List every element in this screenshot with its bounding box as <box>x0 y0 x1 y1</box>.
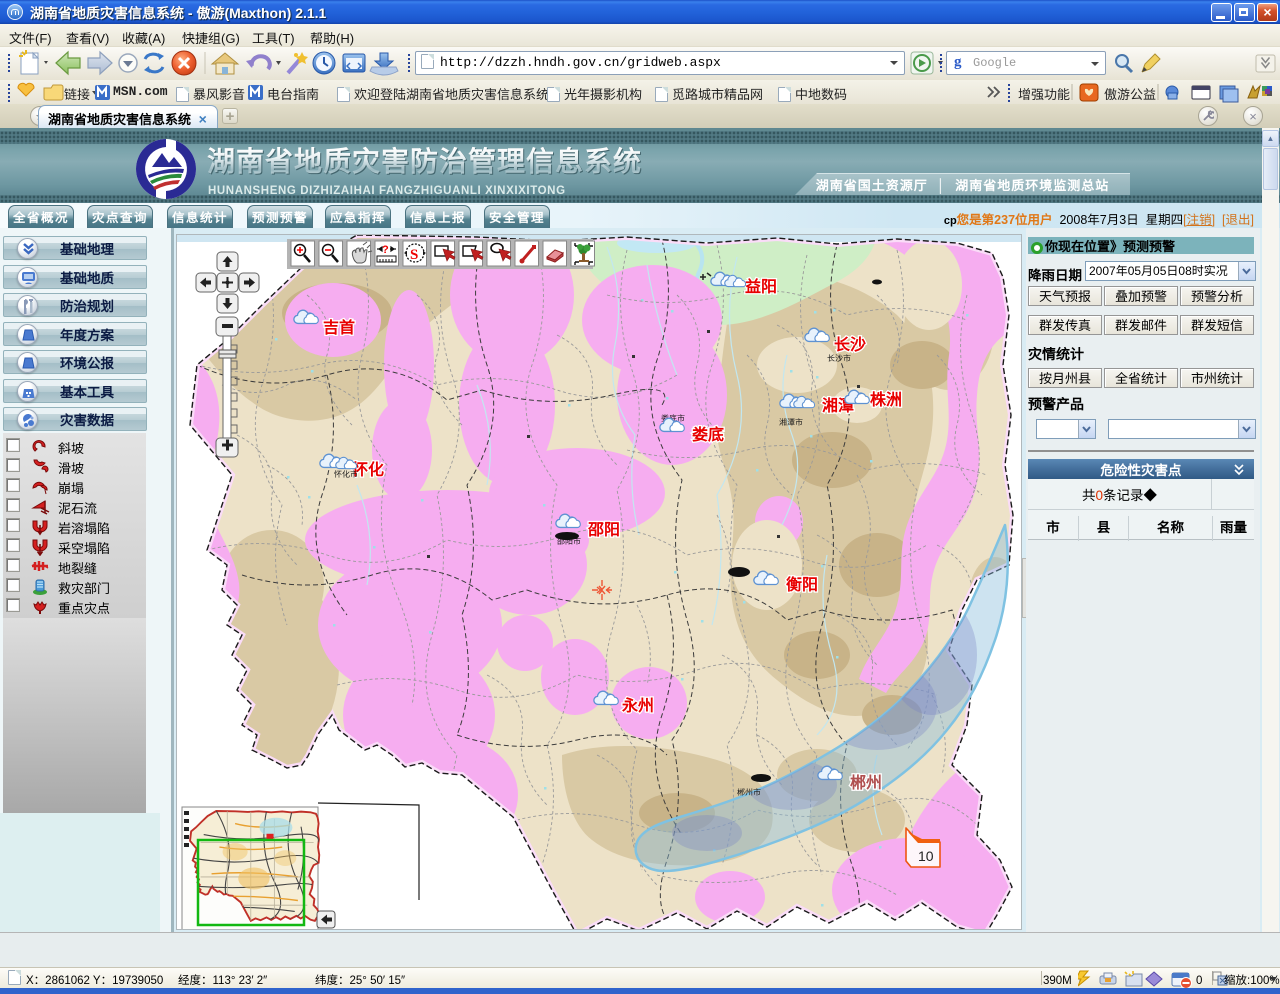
svg-text:吉首: 吉首 <box>323 314 355 338</box>
svg-text:郴州: 郴州 <box>850 769 882 793</box>
svg-text:衡阳: 衡阳 <box>786 571 818 595</box>
svg-text:?: ? <box>382 244 389 256</box>
svg-text:邵阳: 邵阳 <box>587 516 620 540</box>
svg-text:益阳: 益阳 <box>745 273 777 297</box>
svg-text:娄底: 娄底 <box>692 421 724 445</box>
svg-text:长沙: 长沙 <box>834 331 866 355</box>
svg-text:郴州市: 郴州市 <box>737 787 761 798</box>
svg-text:10: 10 <box>918 848 934 864</box>
svg-text:永州: 永州 <box>621 692 654 716</box>
svg-text:湘潭市: 湘潭市 <box>779 417 803 428</box>
svg-text:株洲: 株洲 <box>870 386 902 410</box>
svg-text:怀化市: 怀化市 <box>334 469 358 480</box>
svg-text:S: S <box>410 247 418 263</box>
svg-text:长沙市: 长沙市 <box>827 353 851 364</box>
